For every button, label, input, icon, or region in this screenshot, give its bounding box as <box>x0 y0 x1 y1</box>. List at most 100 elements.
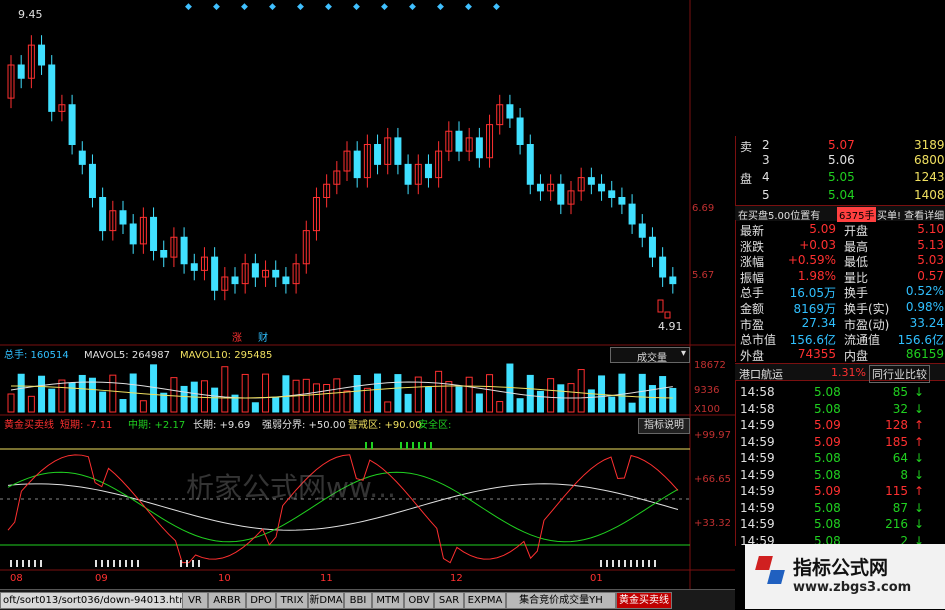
mid-term-value: 中期: +2.17 <box>128 420 186 431</box>
volume-bar <box>180 385 188 413</box>
url-tab[interactable]: oft/sort013/sort036/down-94013.html <box>0 592 184 609</box>
indicator-tab[interactable]: BBI <box>344 592 372 609</box>
quote-key: 最新 <box>740 224 765 238</box>
quote-row: 振幅 1.98% 量比 0.57 <box>736 268 945 285</box>
signal-marker <box>113 560 115 567</box>
signal-marker <box>400 442 402 449</box>
volume-bar <box>659 376 667 413</box>
header-marker: ◆ <box>409 2 416 12</box>
volume-bar <box>547 378 555 413</box>
quote-key: 市盈(动) <box>844 317 890 332</box>
date-tick: 12 <box>450 573 463 584</box>
indicator-help-button[interactable]: 指标说明 <box>638 418 690 434</box>
signal-marker <box>119 560 121 567</box>
tick-price: 5.08 <box>814 451 841 465</box>
indicator-tab-bar: oft/sort013/sort036/down-94013.html VR ARB… <box>0 589 735 610</box>
signal-marker <box>600 560 602 567</box>
quote-row: 市盈 27.34 市盈(动) 33.24 <box>736 316 945 332</box>
tick-time: 14:59 <box>740 418 775 432</box>
tick-volume: 185 <box>885 434 908 449</box>
event-marker[interactable]: 财 <box>258 332 268 345</box>
tick-price: 5.08 <box>814 385 841 399</box>
order-book-level: 2 <box>762 138 770 152</box>
volume-bar <box>241 373 249 413</box>
indicator-tab[interactable]: 新DMA <box>308 592 344 609</box>
header-marker: ◆ <box>381 2 388 12</box>
date-tick: 11 <box>320 573 333 584</box>
indicator-tab[interactable]: 集合竞价成交量YH <box>506 592 616 609</box>
date-tick: 01 <box>590 573 603 584</box>
indicator-tab[interactable]: TRIX <box>276 592 308 609</box>
candle-body <box>536 183 544 192</box>
volume-bar <box>435 370 443 413</box>
indicator-tab[interactable]: 黄金买卖线 <box>616 592 672 609</box>
arrow-up-icon: ↑ <box>913 418 924 432</box>
signal-marker <box>186 560 188 567</box>
volume-bar <box>486 374 494 413</box>
warning-zone: 警戒区: +90.00 <box>348 420 422 431</box>
tick-row: 14:59 5.08 87 ↓ <box>736 501 945 516</box>
sector-name[interactable]: 港口航运 <box>739 366 783 382</box>
signal-marker <box>630 560 632 567</box>
signal-marker <box>125 560 127 567</box>
quote-row: 外盘 74355 内盘 86159 <box>736 346 945 363</box>
event-marker[interactable]: 涨 <box>232 332 242 345</box>
candle-body <box>68 104 76 145</box>
volume-bar <box>221 366 229 413</box>
chevron-down-icon: ▾ <box>680 348 686 359</box>
volume-bar <box>139 400 147 413</box>
candle-body <box>516 117 524 145</box>
order-book-volume: 6800 <box>914 153 945 167</box>
signal-marker <box>101 560 103 567</box>
quote-value: 5.13 <box>917 237 944 252</box>
indicator-select[interactable]: 成交量 ▾ <box>610 347 690 364</box>
order-book-row[interactable]: 卖 2 5.07 3189 <box>736 138 945 154</box>
volume-bar <box>343 390 351 413</box>
quote-value: 0.52% <box>905 284 944 299</box>
header-marker: ◆ <box>353 2 360 12</box>
volume-bar <box>109 374 117 413</box>
volume-total-label: 总手: 160514 <box>4 350 69 361</box>
candle-body <box>657 299 664 313</box>
tick-volume: 85 <box>892 385 908 399</box>
arrow-down-icon: ↓ <box>913 451 924 465</box>
tick-time: 14:59 <box>740 451 775 465</box>
candle-body <box>160 250 168 258</box>
volume-bar <box>38 375 46 413</box>
indicator-tab[interactable]: EXPMA <box>464 592 506 609</box>
signal-marker <box>636 560 638 567</box>
volume-bar <box>333 378 341 413</box>
quote-row: 涨跌 +0.03 最高 5.13 <box>736 237 945 254</box>
tick-row: 14:58 5.08 85 ↓ <box>736 385 945 400</box>
volume-bar <box>496 401 504 413</box>
sector-bar[interactable]: 港口航运 1.31% 同行业比较 <box>735 363 945 383</box>
indicator-tab[interactable]: OBV <box>404 592 434 609</box>
indicator-tab[interactable]: VR <box>182 592 208 609</box>
candle-body <box>251 263 259 278</box>
indicator-tab[interactable]: ARBR <box>208 592 246 609</box>
candle-body <box>638 223 646 238</box>
signal-marker <box>371 442 373 449</box>
indicator-tab[interactable]: DPO <box>246 592 276 609</box>
order-book-row[interactable]: 盘 4 5.05 1243 <box>736 170 945 186</box>
candle-body <box>424 163 432 179</box>
indicator-tab[interactable]: SAR <box>434 592 464 609</box>
long-term-value: 长期: +9.69 <box>193 420 251 431</box>
volume-bar <box>27 395 35 413</box>
volume-bar <box>323 384 331 413</box>
quote-value: 5.03 <box>917 253 944 268</box>
tick-row: 14:59 5.09 128 ↑ <box>736 418 945 433</box>
candle-body <box>475 137 483 159</box>
volume-bar <box>577 369 585 413</box>
candle-body <box>628 203 636 225</box>
big-order-notice[interactable]: 在买盘5.00位置有 6375手 买单! 查看详细 <box>735 205 945 222</box>
volume-bar <box>374 373 382 413</box>
indicator-tab[interactable]: MTM <box>372 592 404 609</box>
safe-zone: 安全区: <box>418 420 452 431</box>
order-book-row[interactable]: 5 5.04 1408 <box>736 188 945 203</box>
volume-bar <box>251 402 259 413</box>
order-book-row[interactable]: 3 5.06 6800 <box>736 153 945 168</box>
tick-row: 14:59 5.09 185 ↑ <box>736 435 945 450</box>
quote-value: 86159 <box>905 346 944 361</box>
quote-value: 1.98% <box>797 268 836 283</box>
